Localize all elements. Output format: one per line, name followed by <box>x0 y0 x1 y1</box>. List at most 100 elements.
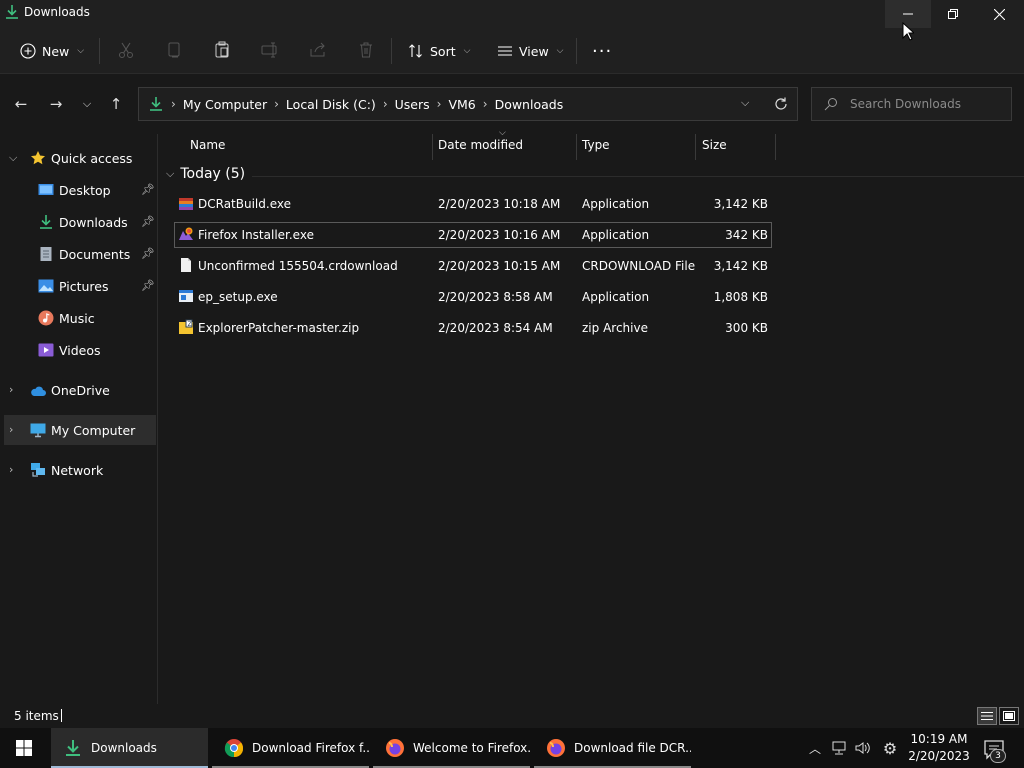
folder-download-icon <box>66 740 80 756</box>
chevron-down-icon: ⌵ <box>166 167 175 180</box>
sidebar-item-desktop[interactable]: Desktop 📌︎ <box>0 175 156 205</box>
chevron-up-icon: ︿ <box>808 741 821 756</box>
delete-icon[interactable] <box>356 40 376 60</box>
sidebar-item-label: Desktop <box>59 182 111 198</box>
sidebar-item-videos[interactable]: Videos <box>0 335 156 365</box>
pin-icon[interactable]: 📌︎ <box>141 247 155 260</box>
breadcrumb-local-disk[interactable]: Local Disk (C:) <box>286 97 376 112</box>
file-size: 342 KB <box>725 228 768 242</box>
file-date: 2/20/2023 10:18 AM <box>438 197 561 211</box>
taskbar-item-chrome[interactable]: Download Firefox f... <box>212 728 369 768</box>
group-header-today[interactable]: ⌵ Today (5) <box>166 166 245 182</box>
file-type: Application <box>582 290 650 304</box>
start-button[interactable] <box>0 728 48 768</box>
details-view-button[interactable] <box>977 707 997 725</box>
sidebar-item-my-computer[interactable]: › My Computer <box>4 415 156 445</box>
search-input[interactable]: Search Downloads <box>811 87 1012 121</box>
chevron-down-icon: ⌵ <box>463 46 471 56</box>
settings-tray-button[interactable]: ⚙ <box>880 738 900 758</box>
column-divider[interactable] <box>775 134 776 160</box>
file-name: ep_setup.exe <box>198 290 278 304</box>
divider <box>576 38 577 64</box>
more-options-button[interactable]: ··· <box>592 36 612 66</box>
rename-icon[interactable] <box>260 40 280 60</box>
clock[interactable]: 10:19 AM 2/20/2023 <box>904 731 974 765</box>
share-icon[interactable] <box>308 40 328 60</box>
blank-file-icon <box>181 258 191 272</box>
mouse-cursor-icon <box>902 22 914 41</box>
new-button[interactable]: New ⌵ <box>20 36 84 66</box>
close-icon <box>993 8 1005 20</box>
installer-icon <box>179 198 193 210</box>
sidebar-item-music[interactable]: Music <box>0 303 156 333</box>
taskbar-item-downloads[interactable]: Downloads <box>51 728 208 768</box>
file-type: CRDOWNLOAD File <box>582 259 696 273</box>
chevron-right-icon: › <box>9 423 14 436</box>
network-tray-button[interactable] <box>829 738 849 758</box>
column-header-size[interactable]: Size <box>702 138 727 162</box>
volume-tray-button[interactable] <box>853 738 873 758</box>
restore-button[interactable] <box>930 0 976 28</box>
refresh-icon[interactable] <box>773 96 789 112</box>
close-button[interactable] <box>976 0 1022 28</box>
taskbar: Downloads Download Firefox f... Welcome … <box>0 728 1024 768</box>
breadcrumb-downloads[interactable]: Downloads <box>495 97 564 112</box>
show-hidden-icons-button[interactable]: ︿ <box>806 738 824 758</box>
file-size: 1,808 KB <box>713 290 768 304</box>
notification-count-badge: 3 <box>990 749 1006 763</box>
sidebar-item-quick-access[interactable]: ⌵ Quick access <box>0 143 156 173</box>
up-button[interactable]: ↑ <box>106 94 126 114</box>
column-header-name[interactable]: Name <box>190 138 225 162</box>
breadcrumb-users[interactable]: Users <box>395 97 430 112</box>
back-button[interactable]: ← <box>11 94 31 114</box>
file-row-firefox-installer[interactable]: Firefox Installer.exe 2/20/2023 10:16 AM… <box>174 222 772 248</box>
pin-icon[interactable]: 📌︎ <box>141 215 155 228</box>
file-explorer-window: Downloads New ⌵ Sort ⌵ View ⌵ ··· ← → ⌵ … <box>0 0 1024 728</box>
firefox-icon <box>547 739 565 757</box>
sidebar-item-onedrive[interactable]: › OneDrive <box>0 375 156 405</box>
sort-button[interactable]: Sort ⌵ <box>408 36 470 66</box>
column-divider[interactable] <box>576 134 577 160</box>
cut-icon[interactable] <box>116 40 136 60</box>
breadcrumb-my-computer[interactable]: My Computer <box>183 97 267 112</box>
sidebar-item-pictures[interactable]: Pictures 📌︎ <box>0 271 156 301</box>
column-header-type[interactable]: Type <box>582 138 610 162</box>
firefox-installer-icon <box>179 227 193 240</box>
file-type: Application <box>582 228 650 242</box>
sidebar-item-documents[interactable]: Documents 📌︎ <box>0 239 156 269</box>
sidebar-item-label: Quick access <box>51 150 133 166</box>
paste-icon[interactable] <box>212 40 232 60</box>
pin-icon[interactable]: 📌︎ <box>141 279 155 292</box>
column-header-date-modified[interactable]: Date modified <box>438 138 523 162</box>
pin-icon[interactable]: 📌︎ <box>141 183 155 196</box>
sidebar-item-network[interactable]: › Network <box>0 455 156 485</box>
column-divider[interactable] <box>695 134 696 160</box>
plus-circle-icon <box>20 43 36 59</box>
breadcrumb-vm6[interactable]: VM6 <box>448 97 475 112</box>
chevron-right-icon: › <box>171 97 176 111</box>
address-bar[interactable]: › My Computer › Local Disk (C:) › Users … <box>138 87 798 121</box>
sidebar-item-label: My Computer <box>51 422 136 438</box>
view-button[interactable]: View ⌵ <box>497 36 564 66</box>
file-name: Unconfirmed 155504.crdownload <box>198 259 398 273</box>
copy-icon[interactable] <box>164 40 184 60</box>
large-icons-view-button[interactable] <box>999 707 1019 725</box>
taskbar-item-firefox-download[interactable]: Download file DCR... <box>534 728 691 768</box>
arrow-right-icon: → <box>49 95 63 113</box>
file-row-dcratbuild[interactable]: DCRatBuild.exe 2/20/2023 10:18 AM Applic… <box>174 191 772 217</box>
file-row-ep-setup[interactable]: ep_setup.exe 2/20/2023 8:58 AM Applicati… <box>174 284 772 310</box>
file-row-explorerpatcher-zip[interactable]: Z ExplorerPatcher-master.zip 2/20/2023 8… <box>174 315 772 341</box>
speaker-icon <box>855 742 870 754</box>
navigation-pane: ⌵ Quick access Desktop 📌︎ Downloads 📌︎ D… <box>0 134 158 704</box>
file-row-unconfirmed-crdownload[interactable]: Unconfirmed 155504.crdownload 2/20/2023 … <box>174 253 772 279</box>
taskbar-item-label: Welcome to Firefox... <box>413 741 530 755</box>
file-type: Application <box>582 197 650 211</box>
taskbar-item-firefox-welcome[interactable]: Welcome to Firefox... <box>373 728 530 768</box>
large-icons-view-icon <box>1003 711 1015 721</box>
recent-locations-button[interactable]: ⌵ <box>77 94 97 114</box>
address-history-chevron-icon[interactable]: ⌵ <box>741 96 749 110</box>
windows-logo-icon <box>16 740 32 756</box>
column-divider[interactable] <box>432 134 433 160</box>
sidebar-item-downloads[interactable]: Downloads 📌︎ <box>0 207 156 237</box>
forward-button[interactable]: → <box>46 94 66 114</box>
